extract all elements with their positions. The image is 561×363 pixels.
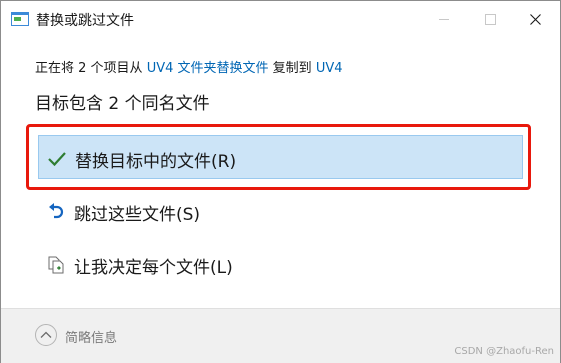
window-title: 替换或跳过文件	[36, 13, 134, 29]
option-label: 跳过这些文件(S)	[74, 205, 201, 225]
annotation-highlight	[26, 124, 531, 190]
copy-status-text: 正在将 2 个项目从 UV4 文件夹替换文件 复制到 UV4	[35, 57, 343, 76]
title-bar[interactable]: 替换或跳过文件	[1, 1, 560, 38]
file-explorer-icon	[11, 12, 29, 26]
toggle-details-label[interactable]: 简略信息	[65, 327, 117, 346]
maximize-icon	[485, 14, 496, 25]
chevron-up-icon	[40, 331, 52, 338]
minimize-icon	[439, 19, 449, 20]
toggle-details-button[interactable]	[35, 324, 57, 346]
conflict-heading: 目标包含 2 个同名文件	[35, 94, 210, 114]
watermark: CSDN @Zhaofu-Ren	[454, 346, 554, 357]
close-button[interactable]	[513, 1, 559, 38]
close-icon	[530, 14, 541, 25]
option-label: 让我决定每个文件(L)	[74, 258, 233, 278]
maximize-button[interactable]	[467, 1, 513, 38]
file-compare-icon	[48, 256, 64, 274]
option-decide-each-file[interactable]: 让我决定每个文件(L)	[38, 242, 523, 286]
destination-folder-link[interactable]: UV4	[316, 61, 343, 76]
replace-or-skip-dialog: 替换或跳过文件 正在将 2 个项目从 UV4 文件夹替换文件 复制到 UV4 目…	[0, 0, 561, 363]
folder-action-text[interactable]: 文件夹替换文件	[178, 61, 269, 76]
option-skip-files[interactable]: 跳过这些文件(S)	[38, 189, 523, 233]
source-folder-link[interactable]: UV4	[147, 61, 174, 76]
copy-to-text: 复制到	[272, 61, 312, 76]
undo-arrow-icon	[49, 203, 64, 219]
minimize-button[interactable]	[421, 1, 467, 38]
status-prefix: 正在将 2 个项目从	[35, 61, 143, 76]
